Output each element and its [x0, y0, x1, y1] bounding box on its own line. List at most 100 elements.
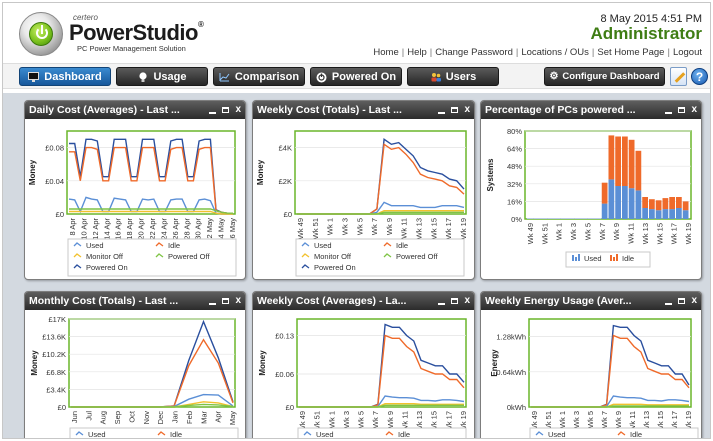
x-tick-label: Wk 19: [684, 223, 693, 244]
x-tick-label: Wk 7: [600, 411, 609, 428]
x-tick-label: May: [228, 411, 237, 425]
y-tick-label: 80%: [507, 127, 522, 136]
plot-area: [68, 318, 236, 408]
bar-idle: [669, 197, 675, 210]
close-icon[interactable]: x: [691, 105, 697, 115]
y-tick-label: £0: [284, 210, 292, 219]
minimize-icon[interactable]: [665, 302, 673, 305]
legend-label-used: Used: [88, 430, 106, 439]
x-tick-label: Wk 13: [415, 218, 424, 239]
tab-users-label: Users: [445, 70, 477, 83]
plot-area: [66, 130, 236, 215]
x-tick-label: 14 Apr: [102, 218, 111, 240]
panel-title-bar[interactable]: Weekly Cost (Totals) - Last ... x: [253, 101, 474, 119]
minimize-icon[interactable]: [438, 302, 446, 305]
panel-title-bar[interactable]: Percentage of PCs powered ... x: [481, 101, 701, 119]
panel-weekly-cost-totals: Weekly Cost (Totals) - Last ... x £4K £2K…: [252, 100, 475, 280]
y-axis-label: Money: [258, 350, 267, 376]
bar-used: [649, 209, 655, 219]
close-icon[interactable]: x: [691, 296, 697, 306]
link-change-password[interactable]: Change Password: [435, 47, 513, 58]
users-icon: [430, 72, 441, 82]
panel-title-bar[interactable]: Weekly Energy Usage (Aver... x: [481, 292, 701, 310]
configure-dashboard-button[interactable]: ⚙ Configure Dashboard: [544, 67, 665, 86]
tab-usage[interactable]: Usage: [116, 67, 208, 86]
bar-used: [601, 203, 608, 219]
chart-percentage-powered: 80% 64% 48% 32% 16% 0% Systems Wk 49 Wk 51 Wk 1 Wk…: [486, 127, 693, 268]
bar-used: [669, 209, 675, 219]
y-axis-label: Money: [28, 159, 37, 185]
tab-dashboard[interactable]: Dashboard: [19, 67, 111, 86]
x-tick-label: Wk 7: [371, 411, 380, 428]
legend-label-powered-on: Powered On: [86, 263, 128, 272]
x-tick-label: 30 Apr: [194, 218, 203, 240]
main-nav: Dashboard Usage Comparison Powered On Us…: [3, 63, 710, 89]
legend-label-used: Used: [314, 241, 332, 250]
bar-idle: [649, 199, 655, 210]
x-tick-label: 8 Apr: [68, 218, 77, 236]
x-tick-label: 22 Apr: [148, 218, 157, 240]
close-icon[interactable]: x: [464, 296, 470, 306]
help-icon[interactable]: ?: [691, 68, 708, 85]
x-tick-label: 12 Apr: [91, 218, 100, 240]
panel-title: Daily Cost (Averages) - Last ...: [29, 104, 180, 116]
tab-comparison[interactable]: Comparison: [213, 67, 305, 86]
header: certero PowerStudio® PC Power Management…: [3, 3, 710, 61]
x-tick-label: Wk 13: [641, 223, 650, 244]
y-tick-label: £6.8K: [46, 368, 66, 377]
x-tick-label: Wk 5: [355, 218, 364, 235]
gear-icon: ⚙: [549, 71, 559, 82]
bar-idle: [622, 136, 628, 186]
chart-monthly-cost: £17K £13.6K £10.2K £6.8K £3.4K £0 Money Jun Jul A…: [30, 315, 239, 439]
minimize-icon[interactable]: [209, 111, 217, 114]
link-logout[interactable]: Logout: [673, 47, 702, 58]
minimize-icon[interactable]: [209, 302, 217, 305]
legend-label-idle: Idle: [396, 241, 408, 250]
minimize-icon[interactable]: [438, 111, 446, 114]
x-tick-label: 10 Apr: [79, 218, 88, 240]
panel-title-bar[interactable]: Daily Cost (Averages) - Last ... x: [25, 101, 245, 119]
bar-used: [635, 190, 642, 219]
link-locations[interactable]: Locations / OUs: [521, 47, 589, 58]
x-tick-label: Wk 15: [429, 218, 438, 239]
link-help[interactable]: Help: [407, 47, 427, 58]
close-icon[interactable]: x: [464, 105, 470, 115]
bar-used: [662, 209, 669, 219]
maximize-icon[interactable]: [678, 298, 686, 304]
link-home[interactable]: Home: [373, 47, 398, 58]
chart-weekly-energy: 1.28kWh0.64kWh0kWhEnergyWk 49 Wk 51 Wk 1 Wk…: [490, 318, 699, 438]
maximize-icon[interactable]: [222, 107, 230, 113]
maximize-icon[interactable]: [678, 107, 686, 113]
legend-label-monitor-off: Monitor Off: [314, 252, 352, 261]
maximize-icon[interactable]: [451, 107, 459, 113]
bar-used: [608, 179, 615, 219]
x-tick-label: Wk 1: [327, 411, 336, 428]
bar-idle: [601, 182, 608, 204]
panel-title-bar[interactable]: Monthly Cost (Totals) - Last ... x: [25, 292, 245, 310]
legend-label-powered-on: Powered On: [314, 263, 356, 272]
x-tick-label: Dec: [156, 411, 165, 425]
link-set-home-page[interactable]: Set Home Page: [597, 47, 664, 58]
x-tick-label: Jul: [84, 411, 93, 421]
panel-title-bar[interactable]: Weekly Cost (Averages) - La... x: [253, 292, 474, 310]
tab-users[interactable]: Users: [407, 67, 499, 86]
x-tick-label: 24 Apr: [159, 218, 168, 240]
maximize-icon[interactable]: [451, 298, 459, 304]
y-tick-label: £2K: [279, 177, 292, 186]
maximize-icon[interactable]: [222, 298, 230, 304]
minimize-icon[interactable]: [665, 111, 673, 114]
y-tick-label: £13.6K: [42, 333, 66, 342]
tab-comparison-label: Comparison: [234, 70, 300, 83]
y-tick-label: 64%: [507, 145, 522, 154]
edit-layout-icon[interactable]: [670, 67, 687, 86]
bar-used: [622, 186, 628, 219]
tab-powered-on[interactable]: Powered On: [310, 67, 402, 86]
y-axis-label: Money: [256, 159, 265, 185]
close-icon[interactable]: x: [235, 105, 241, 115]
bar-idle: [662, 198, 669, 210]
bar-used: [628, 188, 635, 219]
close-icon[interactable]: x: [235, 296, 241, 306]
y-tick-label: 0kWh: [507, 403, 526, 412]
panel-daily-cost: Daily Cost (Averages) - Last ... x £0.08…: [24, 100, 246, 280]
x-tick-label: 26 Apr: [171, 218, 180, 240]
